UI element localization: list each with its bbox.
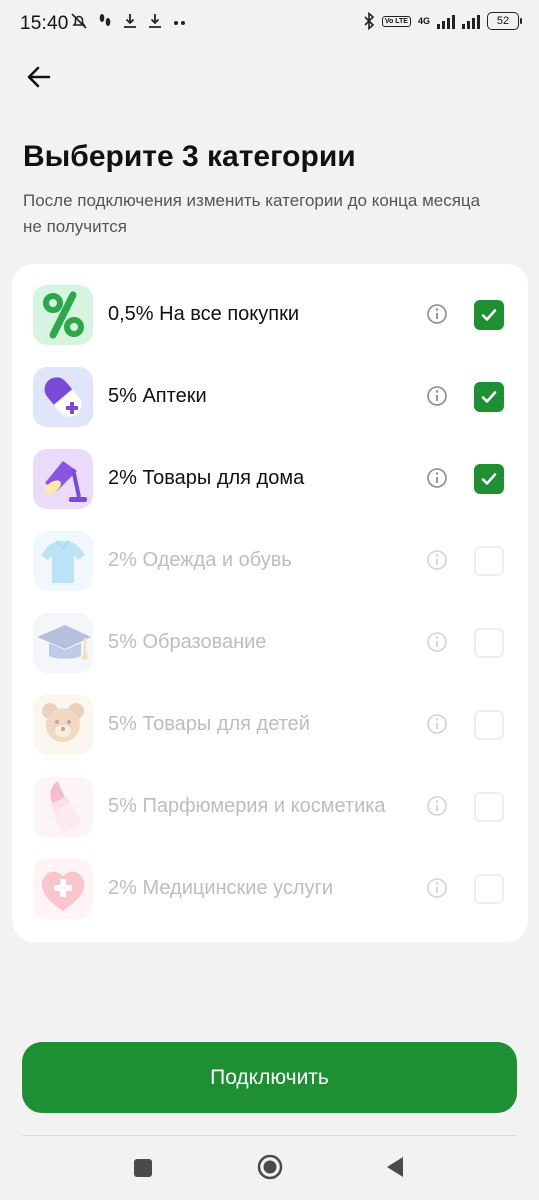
category-row[interactable]: 2% Медицинские услуги bbox=[12, 850, 528, 932]
category-checkbox[interactable] bbox=[474, 382, 504, 412]
category-checkbox[interactable] bbox=[474, 628, 504, 658]
connect-button[interactable]: Подключить bbox=[22, 1042, 517, 1113]
footsteps-icon bbox=[99, 14, 111, 26]
nav-back-icon[interactable] bbox=[385, 1155, 405, 1179]
category-label: 2% Товары для дома bbox=[108, 467, 305, 489]
info-icon[interactable] bbox=[426, 385, 448, 407]
lamp-icon bbox=[33, 449, 93, 509]
category-label: 0,5% На все покупки bbox=[108, 303, 300, 325]
bluetooth-icon bbox=[364, 12, 375, 30]
check-icon bbox=[481, 309, 497, 321]
back-button[interactable] bbox=[22, 60, 56, 94]
download-icon bbox=[149, 14, 161, 28]
system-nav-bar bbox=[0, 1140, 539, 1200]
page-title: Выберите 3 категории bbox=[23, 140, 356, 173]
battery-icon: 52 bbox=[487, 12, 522, 30]
shirt-icon bbox=[33, 531, 93, 591]
category-row[interactable]: 5% Образование bbox=[12, 604, 528, 686]
category-checkbox[interactable] bbox=[474, 300, 504, 330]
download-icon bbox=[124, 14, 136, 28]
status-bar: 15:40 Vo LTE 4G 52 bbox=[0, 0, 539, 50]
network-type: 4G bbox=[417, 15, 430, 26]
info-icon[interactable] bbox=[426, 631, 448, 653]
mute-bell-icon bbox=[71, 13, 87, 29]
category-label: 2% Одежда и обувь bbox=[108, 549, 292, 571]
medical-heart-icon bbox=[33, 859, 93, 919]
category-row[interactable]: 5% Парфюмерия и косметика bbox=[12, 768, 528, 850]
recent-apps-icon[interactable] bbox=[134, 1159, 152, 1177]
category-row[interactable]: 5% Аптеки bbox=[12, 358, 528, 440]
category-row[interactable]: 0,5% На все покупки bbox=[12, 276, 528, 358]
category-checkbox[interactable] bbox=[474, 546, 504, 576]
info-icon[interactable] bbox=[426, 795, 448, 817]
percent-icon bbox=[33, 285, 93, 345]
check-icon bbox=[481, 391, 497, 403]
signal-icon bbox=[437, 13, 455, 29]
category-checkbox[interactable] bbox=[474, 464, 504, 494]
status-time: 15:40 bbox=[20, 13, 69, 34]
battery-level: 52 bbox=[496, 15, 510, 27]
info-icon[interactable] bbox=[426, 467, 448, 489]
category-label: 5% Аптеки bbox=[108, 385, 207, 407]
teddy-bear-icon bbox=[33, 695, 93, 755]
category-label: 5% Образование bbox=[108, 631, 267, 653]
category-checkbox[interactable] bbox=[474, 792, 504, 822]
volte-badge: Vo LTE bbox=[381, 15, 411, 27]
pill-icon bbox=[33, 367, 93, 427]
check-icon bbox=[481, 473, 497, 485]
graduation-cap-icon bbox=[33, 613, 93, 673]
more-dots-icon bbox=[174, 21, 185, 25]
category-checkbox[interactable] bbox=[474, 874, 504, 904]
category-row[interactable]: 2% Товары для дома bbox=[12, 440, 528, 522]
category-checkbox[interactable] bbox=[474, 710, 504, 740]
category-label: 2% Медицинские услуги bbox=[108, 877, 334, 899]
info-icon[interactable] bbox=[426, 303, 448, 325]
arrow-left-icon bbox=[27, 66, 51, 88]
home-icon[interactable] bbox=[257, 1154, 283, 1180]
divider bbox=[22, 1135, 517, 1136]
category-label: 5% Парфюмерия и косметика bbox=[108, 795, 386, 817]
category-row[interactable]: 2% Одежда и обувь bbox=[12, 522, 528, 604]
page-subtitle: После подключения изменить категории до … bbox=[23, 191, 481, 236]
lipstick-icon bbox=[33, 777, 93, 837]
category-label: 5% Товары для детей bbox=[108, 713, 310, 735]
info-icon[interactable] bbox=[426, 713, 448, 735]
signal-icon bbox=[462, 13, 480, 29]
info-icon[interactable] bbox=[426, 877, 448, 899]
category-row[interactable]: 5% Товары для детей bbox=[12, 686, 528, 768]
info-icon[interactable] bbox=[426, 549, 448, 571]
categories-card: 0,5% На все покупки 5% Аптеки 2% Товары … bbox=[12, 264, 528, 942]
